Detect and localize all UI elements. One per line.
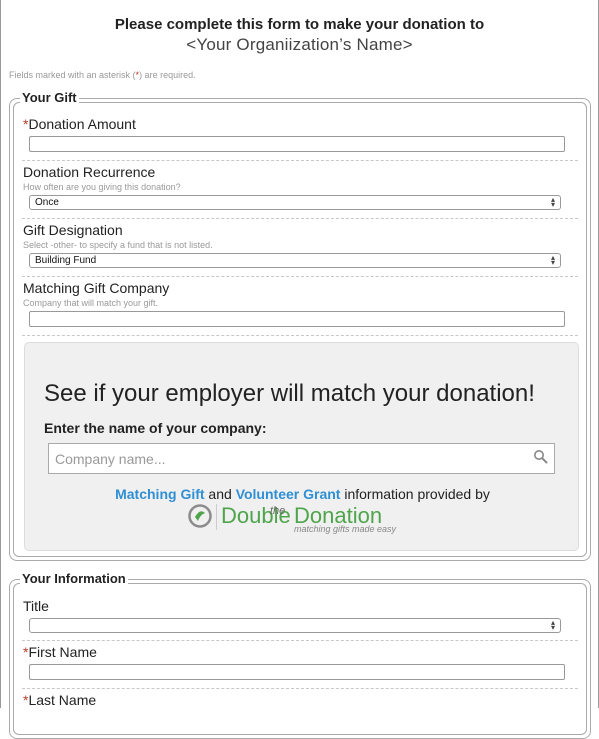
provided-by-line: Matching Gift and Volunteer Grant inform…	[25, 486, 580, 502]
matching-gift-company-input[interactable]	[29, 311, 565, 327]
volunteer-grant-link[interactable]: Volunteer Grant	[236, 486, 341, 502]
employer-match-headline: See if your employer will match your don…	[44, 380, 535, 407]
field-divider	[22, 276, 578, 277]
company-search-placeholder: Company name...	[55, 451, 166, 467]
matching-gift-link[interactable]: Matching Gift	[115, 486, 204, 502]
company-name-prompt: Enter the name of your company:	[44, 420, 267, 436]
last-name-field: *Last Name	[23, 692, 579, 732]
first-name-label: *First Name	[23, 644, 579, 660]
provided-by-text: information provided by	[340, 486, 490, 502]
select-arrows-icon: ▴ ▾	[550, 618, 555, 632]
donation-recurrence-hint: How often are you giving this donation?	[23, 182, 181, 192]
field-divider	[22, 218, 578, 219]
donation-recurrence-select[interactable]: Once ▴ ▾	[29, 195, 561, 210]
double-the-donation-logo[interactable]: Double the Donation matching gifts made …	[188, 502, 418, 534]
gift-designation-select[interactable]: Building Fund ▴ ▾	[29, 253, 561, 268]
first-name-label-text: First Name	[28, 644, 97, 660]
your-gift-section: Your Gift *Donation Amount Donation Recu…	[9, 90, 591, 561]
donation-recurrence-label: Donation Recurrence	[23, 164, 156, 180]
last-name-label-text: Last Name	[28, 692, 97, 708]
required-note-prefix: Fields marked with an asterisk (	[9, 70, 136, 80]
field-divider	[22, 640, 578, 641]
provided-and-text: and	[204, 486, 236, 502]
title-label: Title	[23, 598, 49, 614]
logo-tagline: matching gifts made easy	[294, 524, 397, 534]
search-icon[interactable]	[533, 449, 548, 469]
donation-amount-label-text: Donation Amount	[28, 116, 136, 132]
matching-gift-company-field: Matching Gift Company Company that will …	[23, 280, 579, 330]
first-name-input[interactable]	[29, 664, 565, 680]
donation-amount-input[interactable]	[29, 136, 565, 152]
gift-designation-field: Gift Designation Select -other- to speci…	[23, 222, 579, 270]
select-arrows-icon: ▴ ▾	[550, 253, 555, 267]
your-information-title: Your Information	[20, 571, 128, 587]
field-divider	[22, 688, 578, 689]
matching-gift-company-hint: Company that will match your gift.	[23, 298, 159, 308]
title-field: Title ▴ ▾	[23, 598, 579, 634]
your-gift-title: Your Gift	[20, 90, 79, 106]
select-arrows-icon: ▴ ▾	[550, 195, 555, 209]
donation-amount-label: *Donation Amount	[23, 116, 579, 132]
donation-amount-field: *Donation Amount	[23, 116, 579, 156]
field-divider	[22, 335, 578, 336]
donation-recurrence-value: Once	[35, 197, 59, 208]
logo-word-the: the	[270, 505, 286, 517]
dtd-logo-icon	[188, 504, 212, 528]
last-name-label: *Last Name	[23, 692, 579, 708]
employer-match-widget: See if your employer will match your don…	[24, 342, 579, 551]
your-information-section: Your Information Title ▴ ▾ *First Name *L…	[9, 571, 591, 739]
field-divider	[22, 160, 578, 161]
company-search-input[interactable]: Company name...	[48, 443, 555, 474]
required-note-suffix: ) are required.	[139, 70, 196, 80]
gift-designation-label: Gift Designation	[23, 222, 123, 238]
gift-designation-value: Building Fund	[35, 255, 97, 266]
first-name-field: *First Name	[23, 644, 579, 684]
logo-separator	[216, 504, 217, 530]
gift-designation-hint: Select -other- to specify a fund that is…	[23, 240, 213, 250]
donation-recurrence-field: Donation Recurrence How often are you gi…	[23, 164, 579, 212]
matching-gift-company-label: Matching Gift Company	[23, 280, 170, 296]
title-select[interactable]: ▴ ▾	[29, 618, 561, 633]
required-fields-note: Fields marked with an asterisk (*) are r…	[9, 70, 196, 80]
